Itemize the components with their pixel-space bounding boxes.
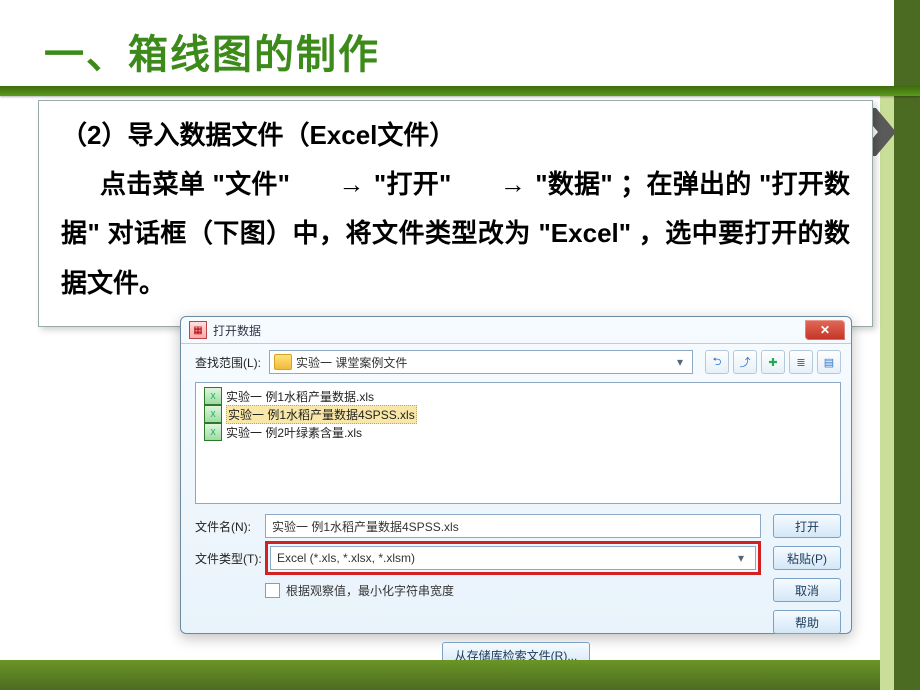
bottom-area: 文件名(N): 实验一 例1水稻产量数据4SPSS.xls 打开 文件类型(T)… — [181, 504, 851, 636]
file-name: 实验一 例1水稻产量数据.xls — [226, 388, 374, 405]
lookin-value: 实验一 课堂案例文件 — [296, 354, 407, 371]
arrow-icon: → — [461, 160, 526, 209]
slide-title: 一、箱线图的制作 — [44, 22, 380, 80]
arrow-icon: → — [299, 160, 364, 209]
new-folder-button[interactable]: ✚ — [761, 350, 785, 374]
filename-label: 文件名(N): — [195, 518, 265, 535]
xls-icon: X — [204, 423, 222, 441]
details-view-button[interactable]: ▤ — [817, 350, 841, 374]
filetype-label: 文件类型(T): — [195, 550, 265, 567]
right-rail-dark — [894, 0, 920, 690]
back-icon: ⮌ — [713, 353, 722, 372]
chevron-down-icon[interactable]: ▾ — [672, 355, 688, 369]
app-glyph: ▦ — [193, 325, 202, 336]
t: "打开" — [374, 169, 451, 199]
lookin-label: 查找范围(L): — [195, 354, 261, 371]
file-name: 实验一 例2叶绿素含量.xls — [226, 424, 362, 441]
instruction-body: 点击菜单 "文件" → "打开" → "数据" ；在弹出的 "打开数据" 对话框… — [61, 160, 850, 308]
list-view-button[interactable]: ≣ — [789, 350, 813, 374]
filename-value: 实验一 例1水稻产量数据4SPSS.xls — [272, 518, 459, 535]
up-folder-button[interactable]: ⤴ — [733, 350, 757, 374]
t: "Excel" — [538, 218, 631, 248]
t: ；在弹出的 — [620, 169, 751, 199]
up-icon: ⤴ — [740, 354, 751, 370]
detail-icon: ▤ — [824, 356, 834, 369]
close-button[interactable]: ✕ — [805, 320, 845, 340]
header-band — [0, 86, 920, 96]
chevron-down-icon[interactable]: ▾ — [733, 551, 749, 565]
file-item-selected[interactable]: X 实验一 例1水稻产量数据4SPSS.xls — [202, 405, 419, 423]
file-list[interactable]: X 实验一 例1水稻产量数据.xls X 实验一 例1水稻产量数据4SPSS.x… — [195, 382, 841, 504]
xls-icon: X — [204, 387, 222, 405]
file-item[interactable]: X 实验一 例1水稻产量数据.xls — [202, 387, 376, 405]
open-button[interactable]: 打开 — [773, 514, 841, 538]
cancel-button[interactable]: 取消 — [773, 578, 841, 602]
filetype-select[interactable]: Excel (*.xls, *.xlsx, *.xlsm) ▾ — [270, 546, 756, 570]
titlebar: ▦ 打开数据 ✕ — [181, 317, 851, 344]
plus-icon: ✚ — [768, 356, 777, 369]
filetype-value: Excel (*.xls, *.xlsx, *.xlsm) — [277, 551, 415, 565]
instruction-subtitle: （2）导入数据文件（Excel文件） — [61, 115, 850, 152]
close-icon: ✕ — [820, 323, 830, 337]
instruction-box: （2）导入数据文件（Excel文件） 点击菜单 "文件" → "打开" → "数… — [38, 100, 873, 327]
open-data-dialog: ▦ 打开数据 ✕ 查找范围(L): 实验一 课堂案例文件 ▾ ⮌ ⤴ ✚ ≣ ▤… — [180, 316, 852, 634]
filetype-highlight: Excel (*.xls, *.xlsx, *.xlsm) ▾ — [265, 541, 761, 575]
t: "文件" — [213, 169, 290, 199]
toolbar-icons: ⮌ ⤴ ✚ ≣ ▤ — [705, 350, 841, 374]
dialog-title: 打开数据 — [213, 322, 261, 339]
file-name: 实验一 例1水稻产量数据4SPSS.xls — [226, 405, 417, 424]
minimize-label: 根据观察值，最小化字符串宽度 — [286, 582, 454, 599]
t: 对话框（下图）中，将文件类型改为 — [107, 218, 530, 248]
help-button[interactable]: 帮助 — [773, 610, 841, 634]
paste-button[interactable]: 粘贴(P) — [773, 546, 841, 570]
file-item[interactable]: X 实验一 例2叶绿素含量.xls — [202, 423, 364, 441]
xls-icon: X — [204, 405, 222, 423]
app-icon: ▦ — [189, 321, 207, 339]
lookin-field[interactable]: 实验一 课堂案例文件 ▾ — [269, 350, 693, 374]
lookin-row: 查找范围(L): 实验一 课堂案例文件 ▾ ⮌ ⤴ ✚ ≣ ▤ — [181, 344, 851, 378]
minimize-string-row: 根据观察值，最小化字符串宽度 — [195, 582, 761, 599]
t: "数据" — [535, 169, 612, 199]
filename-input[interactable]: 实验一 例1水稻产量数据4SPSS.xls — [265, 514, 761, 538]
t: 点击菜单 — [100, 169, 205, 199]
back-button[interactable]: ⮌ — [705, 350, 729, 374]
right-rail-light — [880, 86, 894, 690]
minimize-checkbox[interactable] — [265, 583, 280, 598]
list-icon: ≣ — [796, 356, 805, 369]
footer-bar — [0, 660, 880, 690]
folder-icon — [274, 354, 292, 370]
